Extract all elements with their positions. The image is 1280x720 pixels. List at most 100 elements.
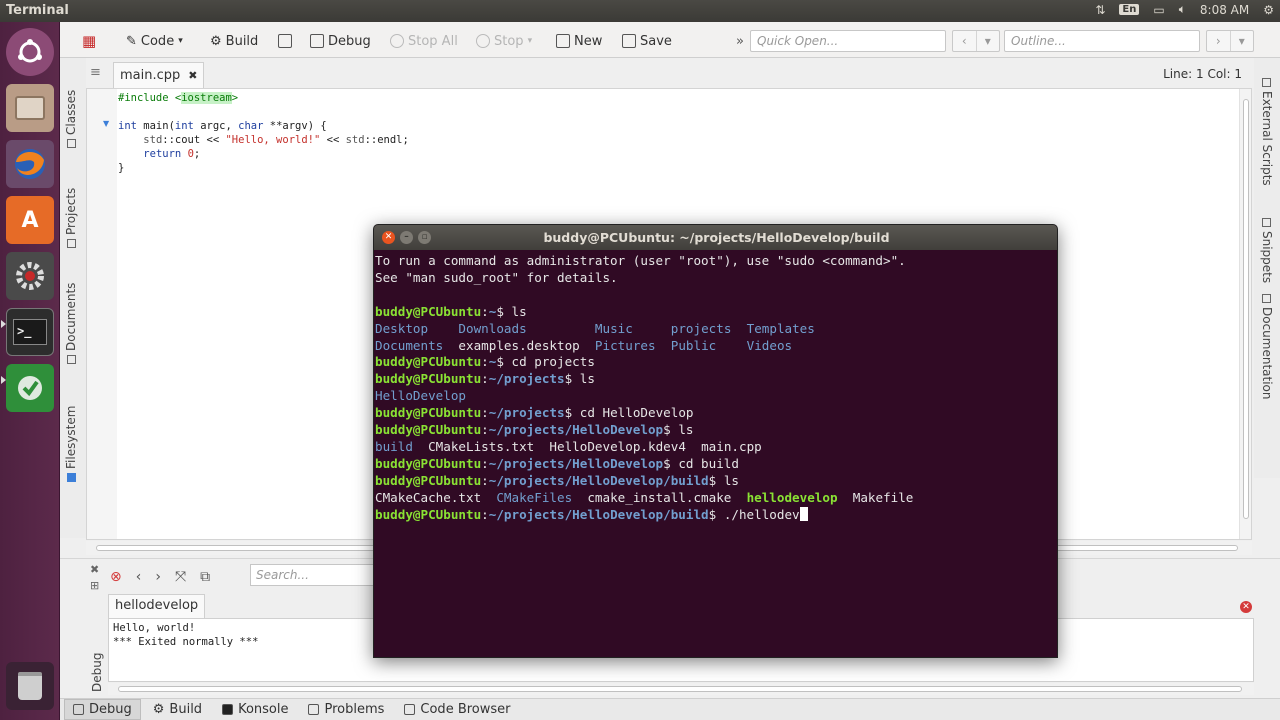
trash-icon[interactable] [6, 662, 54, 710]
maximize-icon[interactable]: ▫ [418, 231, 431, 244]
network-icon[interactable]: ⇅ [1095, 3, 1105, 17]
tab-hellodevelop[interactable]: hellodevelop [108, 594, 206, 618]
gear-icon: ⚙ [152, 702, 165, 717]
nav-history-buttons[interactable]: ‹ ▾ [952, 30, 1000, 52]
tab-documentation[interactable]: Documentation [1260, 294, 1274, 400]
close-icon[interactable]: ✖ [188, 69, 197, 82]
debug-icon [73, 704, 84, 715]
tab-main-cpp[interactable]: main.cpp ✖ [113, 62, 205, 88]
terminal-titlebar[interactable]: ✕ – ▫ buddy@PCUbuntu: ~/projects/HelloDe… [374, 225, 1057, 250]
stop-icon[interactable]: ⊗ [110, 569, 122, 585]
pencil-icon: ✎ [126, 33, 137, 49]
terminal-line: buddy@PCUbuntu:~/projects$ cd HelloDevel… [375, 405, 694, 421]
code-text[interactable]: #include <iostream> int main(int argc, c… [118, 91, 409, 175]
stop-all-button[interactable]: Stop All [390, 32, 458, 50]
close-icon[interactable]: ✕ [382, 231, 395, 244]
code-area-button[interactable]: ✎ Code ▾ [126, 32, 183, 50]
debug-icon [310, 34, 324, 48]
minimize-icon[interactable]: – [400, 231, 413, 244]
output-toolbar: ⊗ ‹ › ⤧ ⧉ [110, 563, 210, 591]
terminal-line: Desktop Downloads Music projects Templat… [375, 320, 815, 336]
forward-arrow-icon[interactable]: › [1207, 31, 1230, 51]
system-settings-icon[interactable] [6, 252, 54, 300]
software-center-icon[interactable]: A [6, 196, 54, 244]
forward-arrow-icon[interactable]: › [155, 569, 161, 585]
scroll-thumb[interactable] [118, 686, 1242, 692]
save-button[interactable]: Save [622, 32, 672, 50]
tab-debug[interactable]: Debug [64, 699, 141, 720]
close-icon[interactable]: ✖ [90, 563, 99, 576]
tab-documents[interactable]: Documents [64, 283, 78, 364]
snippets-icon [1262, 218, 1272, 227]
tool-view-bar: Debug ⚙ Build Konsole Problems Code Brows… [60, 698, 1280, 720]
files-icon[interactable] [6, 84, 54, 132]
nav-forward-buttons[interactable]: › ▾ [1206, 30, 1254, 52]
terminal-line: CMakeCache.txt CMakeFiles cmake_install.… [375, 489, 914, 505]
tab-problems[interactable]: Problems [300, 699, 392, 720]
tab-build[interactable]: ⚙ Build [145, 699, 210, 720]
tab-projects[interactable]: Projects [64, 188, 78, 248]
tab-list-icon[interactable]: ≡ [90, 65, 101, 80]
chevron-down-icon[interactable]: ▾ [1229, 31, 1254, 51]
editor-tab-bar: ≡ main.cpp ✖ Line: 1 Col: 1 [86, 58, 1254, 88]
terminal-line: buddy@PCUbuntu:~/projects/HelloDevelop/b… [375, 472, 739, 488]
new-file-button[interactable]: New [556, 32, 602, 50]
scroll-thumb[interactable] [1243, 99, 1249, 519]
editor-vertical-scrollbar[interactable] [1239, 89, 1251, 539]
terminal-line: Documents examples.desktop Pictures Publ… [375, 337, 793, 353]
back-arrow-icon[interactable]: ‹ [953, 31, 976, 51]
documents-icon [66, 355, 76, 364]
top-panel: Terminal ⇅ En ▭ 🔈︎ 8:08 AM ⚙ [0, 0, 1280, 22]
ubuntu-dash-icon[interactable] [6, 28, 54, 76]
output-horizontal-scrollbar[interactable] [108, 683, 1254, 695]
tab-snippets[interactable]: Snippets [1260, 218, 1274, 283]
outline-input[interactable]: Outline... [1004, 30, 1200, 52]
chevron-down-icon: ▾ [178, 36, 183, 46]
volume-icon[interactable]: 🔈︎ [1179, 2, 1186, 17]
maximize-icon[interactable]: ⊞ [90, 579, 99, 592]
keyboard-layout-indicator[interactable]: En [1119, 4, 1140, 15]
main-toolbar: ▦ ✎ Code ▾ ⚙ Build Debug Stop All Stop ▾ New… [60, 22, 1280, 58]
collapse-icon[interactable]: ⤧ [175, 569, 186, 585]
copy-icon[interactable]: ⧉ [200, 569, 210, 585]
tab-konsole[interactable]: Konsole [214, 699, 296, 720]
tab-code-browser[interactable]: Code Browser [396, 699, 518, 720]
terminal-output[interactable]: To run a command as administrator (user … [374, 253, 913, 524]
code-line: return 0; [143, 148, 201, 160]
close-output-icon[interactable]: ✕ [1240, 601, 1252, 613]
firefox-icon[interactable] [6, 140, 54, 188]
fold-marker-icon[interactable]: ▼ [103, 119, 109, 128]
filesystem-icon [66, 473, 76, 482]
terminal-line: buddy@PCUbuntu:~$ ls [375, 303, 527, 319]
toolbar-overflow-icon[interactable]: » [736, 32, 744, 50]
terminal-icon[interactable]: >_ [6, 308, 54, 356]
back-arrow-icon[interactable]: ‹ [136, 569, 142, 585]
tab-classes[interactable]: Classes [64, 90, 78, 148]
area-switcher-button[interactable]: ▦ [82, 32, 96, 50]
problems-icon [308, 704, 320, 715]
code-line: std::cout << "Hello, world!" << std::end… [143, 134, 409, 146]
code-line: #include <iostream> [118, 92, 239, 104]
scripts-icon [1262, 78, 1272, 87]
debug-button[interactable]: Debug [310, 32, 371, 50]
kdevelop-icon[interactable] [6, 364, 54, 412]
terminal-window[interactable]: ✕ – ▫ buddy@PCUbuntu: ~/projects/HelloDe… [373, 224, 1058, 658]
right-dock: External Scripts Snippets Documentation [1254, 58, 1280, 478]
terminal-line: HelloDevelop [375, 388, 466, 404]
tab-filesystem[interactable]: Filesystem [64, 406, 78, 482]
classes-icon [66, 139, 76, 148]
new-file-icon [556, 34, 570, 48]
tab-external-scripts[interactable]: External Scripts [1260, 78, 1274, 186]
quick-open-input[interactable]: Quick Open... [750, 30, 946, 52]
gear-icon[interactable]: ⚙ [1263, 3, 1274, 17]
stop-button[interactable]: Stop ▾ [476, 32, 532, 50]
battery-icon[interactable]: ▭ [1153, 3, 1164, 17]
execute-button[interactable] [278, 32, 292, 50]
stop-icon [390, 34, 404, 48]
execute-icon [278, 34, 292, 48]
clock[interactable]: 8:08 AM [1200, 3, 1249, 17]
build-button[interactable]: ⚙ Build [210, 32, 258, 50]
chevron-down-icon[interactable]: ▾ [975, 31, 1000, 51]
launcher: A >_ [0, 22, 60, 720]
